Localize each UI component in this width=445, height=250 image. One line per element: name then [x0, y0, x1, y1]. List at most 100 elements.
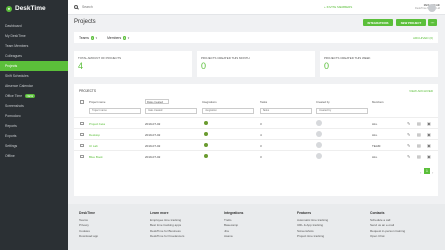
- delete-icon[interactable]: ▣: [427, 132, 431, 137]
- project-name[interactable]: Blue Book: [89, 155, 103, 159]
- archived-link[interactable]: ARCHIVED (0): [413, 36, 433, 40]
- table-row[interactable]: Desktop 2019-07-02 4 ALL ✎ ▤ ▣: [74, 128, 438, 139]
- tab-teams[interactable]: Teams 1 ▾: [79, 35, 98, 40]
- row-checkbox[interactable]: [80, 121, 84, 126]
- search-input[interactable]: [82, 5, 202, 9]
- filter-tabs: Teams 1 ▾ Members 4 ▾ ARCHIVED (0): [74, 32, 438, 43]
- sidebar-item-team-members[interactable]: Team Members: [0, 41, 68, 51]
- pagination-prev-icon[interactable]: ‹: [420, 170, 421, 175]
- logo-text: DeskTime: [15, 5, 46, 12]
- select-all-checkbox[interactable]: [80, 100, 84, 104]
- archive-icon[interactable]: ▤: [417, 132, 421, 137]
- sidebar-item-absence-calendar[interactable]: Absence Calendar: [0, 81, 68, 91]
- edit-icon[interactable]: ✎: [407, 154, 410, 159]
- edit-icon[interactable]: ✎: [407, 132, 410, 137]
- footer-link[interactable]: Best time tracking apps: [150, 223, 184, 229]
- sidebar-item-dashboard[interactable]: Dashboard: [0, 21, 68, 31]
- avatar[interactable]: [428, 4, 436, 12]
- project-name[interactable]: UI Lab: [89, 144, 98, 148]
- sidebar-item-offline[interactable]: Offline: [0, 151, 68, 161]
- tasks-count: 3: [260, 143, 262, 148]
- footer-link[interactable]: Download app: [79, 234, 98, 240]
- new-project-button[interactable]: NEW PROJECT: [396, 19, 426, 26]
- teams-count-badge: 1: [90, 35, 95, 40]
- date-created-filter[interactable]: [145, 108, 197, 114]
- archive-icon[interactable]: ▤: [417, 121, 421, 126]
- sidebar-item-screenshots[interactable]: Screenshots: [0, 101, 68, 111]
- projects-table-card: PROJECTS VIEW ARCHIVED Project name Date…: [74, 84, 438, 196]
- date-created: 2019-07-02: [145, 121, 161, 126]
- column-header-integrations[interactable]: Integrations: [202, 100, 217, 104]
- sidebar-item-projects[interactable]: Projects: [0, 61, 68, 71]
- table-row[interactable]: Blue Book 2019-07-02 3 ALL ✎ ▤ ▣: [74, 150, 438, 161]
- column-header-project-name[interactable]: Project name: [89, 100, 105, 104]
- integration-icon: [204, 154, 208, 159]
- footer-link[interactable]: DeskTime for Freelancers: [150, 234, 184, 240]
- archive-icon[interactable]: ▤: [417, 143, 421, 148]
- sidebar-item-my-desktime[interactable]: My DeskTime: [0, 31, 68, 41]
- sidebar-item-reports[interactable]: Reports: [0, 121, 68, 131]
- sidebar-item-shift-schedules[interactable]: Shift Schedules: [0, 71, 68, 81]
- sidebar-item-settings[interactable]: Settings: [0, 141, 68, 151]
- pagination-page[interactable]: 1: [424, 168, 430, 174]
- tasks-count: 3: [260, 121, 262, 126]
- table-row[interactable]: Project beta 2019-07-02 3 ALL ✎ ▤ ▣: [74, 117, 438, 128]
- project-name[interactable]: Project beta: [89, 122, 105, 126]
- delete-icon[interactable]: ▣: [427, 154, 431, 159]
- invite-members-link[interactable]: + INVITE MEMBERS: [324, 5, 352, 9]
- stat-value: 0: [201, 61, 207, 71]
- footer-link[interactable]: Open Chat: [370, 234, 405, 240]
- column-header-tasks[interactable]: Tasks: [260, 100, 267, 104]
- row-checkbox[interactable]: [80, 143, 84, 148]
- view-archived-link[interactable]: VIEW ARCHIVED: [409, 89, 433, 93]
- page-title: Projects: [74, 19, 96, 25]
- footer-column-learn-more: Learn more Employee time tracking Best t…: [150, 211, 185, 240]
- project-name[interactable]: Desktop: [89, 133, 100, 137]
- new-badge: NEW: [25, 94, 35, 98]
- project-name-filter[interactable]: [89, 108, 141, 114]
- search-icon[interactable]: [74, 5, 78, 9]
- integration-icon: [204, 143, 208, 148]
- topbar: + INVITE MEMBERS Michael Smith DeskTime …: [68, 0, 445, 15]
- chevron-down-icon: ▾: [95, 35, 98, 40]
- logo[interactable]: ● DeskTime: [0, 0, 68, 17]
- desktime-logo-icon: ●: [6, 5, 12, 12]
- edit-icon[interactable]: ✎: [407, 121, 410, 126]
- sidebar: ● DeskTime Dashboard My DeskTime Team Me…: [0, 0, 68, 250]
- pagination-next-icon[interactable]: ›: [432, 170, 433, 175]
- integration-filter[interactable]: [202, 108, 254, 114]
- footer: DeskTime Teams Privacy Cookies Download …: [68, 204, 445, 250]
- tasks-filter[interactable]: [260, 108, 312, 114]
- date-created: 2019-07-02: [145, 143, 161, 148]
- edit-icon[interactable]: ✎: [407, 143, 410, 148]
- footer-link[interactable]: Project time tracking: [297, 234, 328, 240]
- column-header-created-by[interactable]: Created by: [316, 100, 330, 104]
- footer-link[interactable]: Asana: [224, 234, 243, 240]
- table-row[interactable]: UI Lab 2019-07-02 3 TEAM ✎ ▤ ▣: [74, 139, 438, 150]
- sidebar-item-office-time[interactable]: Office Time NEW: [0, 91, 68, 101]
- integrations-button[interactable]: INTEGRATIONS: [363, 19, 393, 26]
- column-header-members[interactable]: Members: [372, 100, 384, 104]
- column-header-date-created[interactable]: Date created: [145, 99, 169, 104]
- tab-members[interactable]: Members 4 ▾: [107, 35, 129, 40]
- footer-column-features: Features Automatic time tracking URL & A…: [297, 211, 329, 240]
- delete-icon[interactable]: ▣: [427, 143, 431, 148]
- creator-avatar: [316, 131, 322, 138]
- sidebar-item-pomodoro[interactable]: Pomodoro: [0, 111, 68, 121]
- created-by-filter[interactable]: [316, 108, 368, 114]
- stat-card-total: TOTAL AMOUNT OF PROJECTS 4: [74, 51, 192, 77]
- members-value: ALL: [372, 154, 378, 159]
- sidebar-nav: Dashboard My DeskTime Team Members Colle…: [0, 21, 68, 161]
- row-checkbox[interactable]: [80, 154, 84, 159]
- delete-icon[interactable]: ▣: [427, 121, 431, 126]
- stat-value: 0: [324, 61, 330, 71]
- sidebar-item-colleagues[interactable]: Colleagues: [0, 51, 68, 61]
- members-value: ALL: [372, 121, 378, 126]
- row-checkbox[interactable]: [80, 132, 84, 137]
- stat-card-week: PROJECTS CREATED THIS WEEK 0: [320, 51, 438, 77]
- integration-icon: [204, 121, 208, 126]
- archive-icon[interactable]: ▤: [417, 154, 421, 159]
- footer-column-desktime: DeskTime Teams Privacy Cookies Download …: [79, 211, 99, 240]
- more-options-button[interactable]: ⋯: [428, 19, 437, 26]
- sidebar-item-exports[interactable]: Exports: [0, 131, 68, 141]
